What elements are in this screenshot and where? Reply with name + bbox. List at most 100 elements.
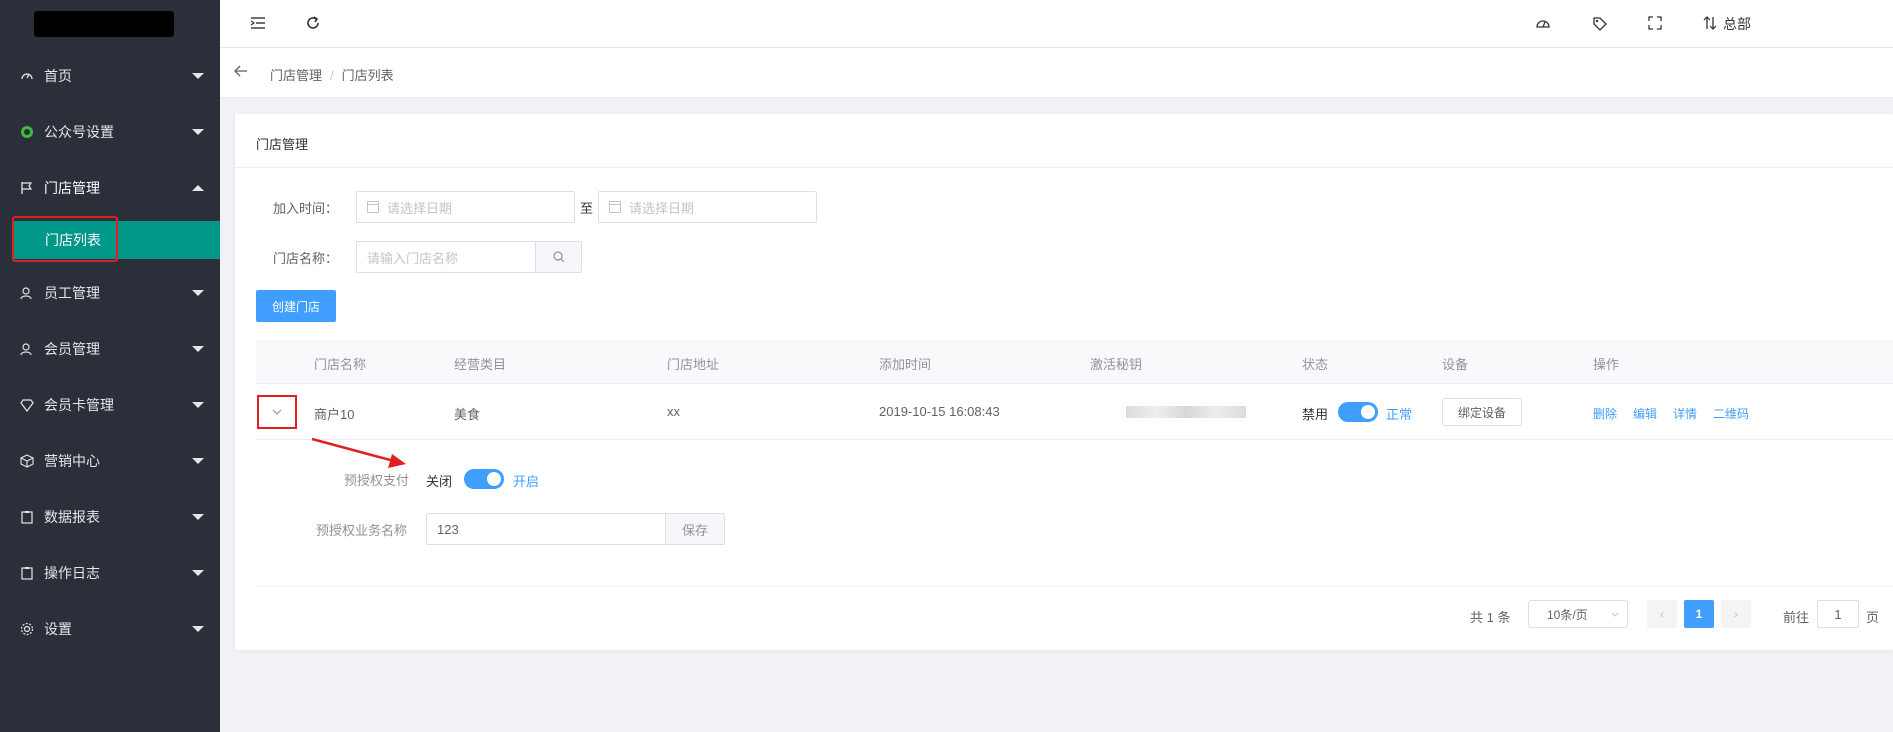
- sidebar-item-reports[interactable]: 数据报表: [0, 489, 220, 545]
- back-arrow-icon[interactable]: [234, 64, 248, 80]
- page-size-value: 10条/页: [1547, 607, 1588, 622]
- sidebar-item-label: 营销中心: [44, 453, 100, 469]
- detail-link[interactable]: 详情: [1673, 405, 1697, 422]
- goto-page-value: 1: [1834, 606, 1842, 622]
- gauge-icon: [20, 69, 34, 83]
- store-name-label: 门店名称：: [273, 251, 339, 266]
- sidebar-item-label: 会员管理: [44, 341, 100, 357]
- expand-row-button[interactable]: [257, 395, 297, 429]
- start-date-input[interactable]: 请选择日期: [356, 191, 575, 223]
- sidebar-item-member-management[interactable]: 会员管理: [0, 321, 220, 377]
- wechat-icon: [20, 125, 34, 139]
- column-header: 操作: [1593, 357, 1620, 372]
- sidebar-item-label: 操作日志: [44, 565, 100, 581]
- table-header: 门店名称 经营类目 门店地址 添加时间 激活秘钥 状态 设备 操作: [256, 340, 1893, 384]
- sidebar-item-label: 会员卡管理: [44, 397, 114, 413]
- prev-page-button[interactable]: ‹: [1647, 600, 1677, 628]
- delete-link[interactable]: 删除: [1593, 405, 1617, 422]
- search-icon: [552, 251, 564, 263]
- bind-device-button[interactable]: 绑定设备: [1442, 398, 1522, 426]
- cube-icon: [20, 454, 34, 468]
- preauth-toggle[interactable]: [464, 469, 504, 489]
- sidebar-item-settings[interactable]: 设置: [0, 601, 220, 657]
- caret-down-icon: [192, 458, 204, 464]
- sidebar-subitem-label: 门店列表: [45, 232, 101, 248]
- status-toggle[interactable]: [1338, 402, 1378, 422]
- store-name-placeholder: 请输入门店名称: [367, 250, 459, 266]
- clipboard-icon: [20, 566, 34, 580]
- store-management-card: 门店管理 加入时间： 请选择日期 至 请选择日期 门店名称： 请输入门店名称 创…: [235, 114, 1893, 650]
- breadcrumb-item[interactable]: 门店管理: [270, 68, 322, 83]
- user-icon: [20, 342, 34, 356]
- end-date-input[interactable]: 请选择日期: [598, 191, 817, 223]
- column-header: 经营类目: [454, 357, 507, 372]
- sidebar-item-staff-management[interactable]: 员工管理: [0, 265, 220, 321]
- clipboard-icon: [20, 510, 34, 524]
- store-name-input[interactable]: 请输入门店名称: [356, 241, 536, 273]
- sidebar-item-label: 公众号设置: [44, 124, 114, 140]
- edit-link[interactable]: 编辑: [1633, 405, 1657, 422]
- sidebar-item-operation-log[interactable]: 操作日志: [0, 545, 220, 601]
- sidebar-item-marketing[interactable]: 营销中心: [0, 433, 220, 489]
- sidebar: 首页 公众号设置 门店管理 门店列表 员工管理 会员管理 会员卡管理 营销中心 …: [0, 0, 220, 732]
- caret-down-icon: [192, 346, 204, 352]
- collapse-menu-icon[interactable]: [248, 13, 268, 33]
- switch-branch-icon[interactable]: [1700, 13, 1720, 33]
- page-number-button[interactable]: 1: [1684, 600, 1714, 628]
- next-page-button[interactable]: ›: [1721, 600, 1751, 628]
- logo: [0, 0, 220, 48]
- create-store-button[interactable]: 创建门店: [256, 290, 336, 322]
- preauth-biz-name-input[interactable]: 123: [426, 513, 666, 545]
- date-placeholder: 请选择日期: [387, 200, 453, 216]
- caret-down-icon: [192, 129, 204, 135]
- top-header: 总部: [220, 0, 1893, 48]
- tag-icon[interactable]: [1589, 13, 1609, 33]
- category-cell: 美食: [454, 407, 481, 422]
- sidebar-item-membership-card[interactable]: 会员卡管理: [0, 377, 220, 433]
- branch-name[interactable]: 总部: [1723, 14, 1751, 34]
- preauth-biz-name-label: 预授权业务名称: [316, 523, 408, 538]
- calendar-icon: [367, 201, 379, 213]
- sidebar-item-label: 首页: [44, 68, 72, 84]
- caret-down-icon: [192, 73, 204, 79]
- store-name-cell: 商户10: [314, 407, 355, 422]
- date-placeholder: 请选择日期: [629, 200, 695, 216]
- fullscreen-icon[interactable]: [1645, 13, 1665, 33]
- caret-down-icon: [192, 402, 204, 408]
- search-button[interactable]: [535, 241, 582, 273]
- address-cell: xx: [667, 404, 680, 419]
- activation-key-redacted: [1126, 406, 1246, 418]
- chevron-down-icon: [1611, 612, 1619, 617]
- save-button[interactable]: 保存: [665, 513, 725, 545]
- sidebar-item-wechat-settings[interactable]: 公众号设置: [0, 104, 220, 160]
- sidebar-item-home[interactable]: 首页: [0, 48, 220, 104]
- preauth-off-label: 关闭: [426, 474, 453, 489]
- sidebar-subitem-store-list[interactable]: 门店列表: [12, 221, 220, 259]
- sidebar-item-label: 门店管理: [44, 180, 100, 196]
- caret-down-icon: [192, 290, 204, 296]
- column-header: 设备: [1442, 357, 1469, 372]
- gear-icon: [20, 622, 34, 636]
- status-on-label: 正常: [1386, 407, 1413, 422]
- qrcode-link[interactable]: 二维码: [1713, 405, 1749, 422]
- refresh-icon[interactable]: [303, 13, 323, 33]
- added-time-cell: 2019-10-15 16:08:43: [879, 404, 1000, 419]
- page-size-select[interactable]: 10条/页: [1528, 600, 1628, 628]
- breadcrumb: 门店管理 / 门店列表: [270, 65, 394, 84]
- theme-icon[interactable]: [1533, 13, 1553, 33]
- column-header: 门店名称: [314, 357, 367, 372]
- preauth-on-label: 开启: [513, 474, 540, 489]
- chevron-down-icon: [272, 409, 282, 415]
- caret-down-icon: [192, 626, 204, 632]
- join-time-label: 加入时间：: [273, 201, 339, 216]
- pagination-total: 共 1 条: [1470, 610, 1511, 625]
- sidebar-item-store-management[interactable]: 门店管理: [0, 160, 220, 216]
- caret-down-icon: [192, 570, 204, 576]
- flag-icon: [20, 181, 34, 195]
- logo-redacted: [34, 11, 174, 37]
- column-header: 门店地址: [667, 357, 720, 372]
- column-header: 添加时间: [879, 357, 932, 372]
- card-title: 门店管理: [256, 137, 309, 152]
- goto-page-input[interactable]: 1: [1817, 600, 1859, 628]
- sidebar-item-label: 设置: [44, 621, 72, 637]
